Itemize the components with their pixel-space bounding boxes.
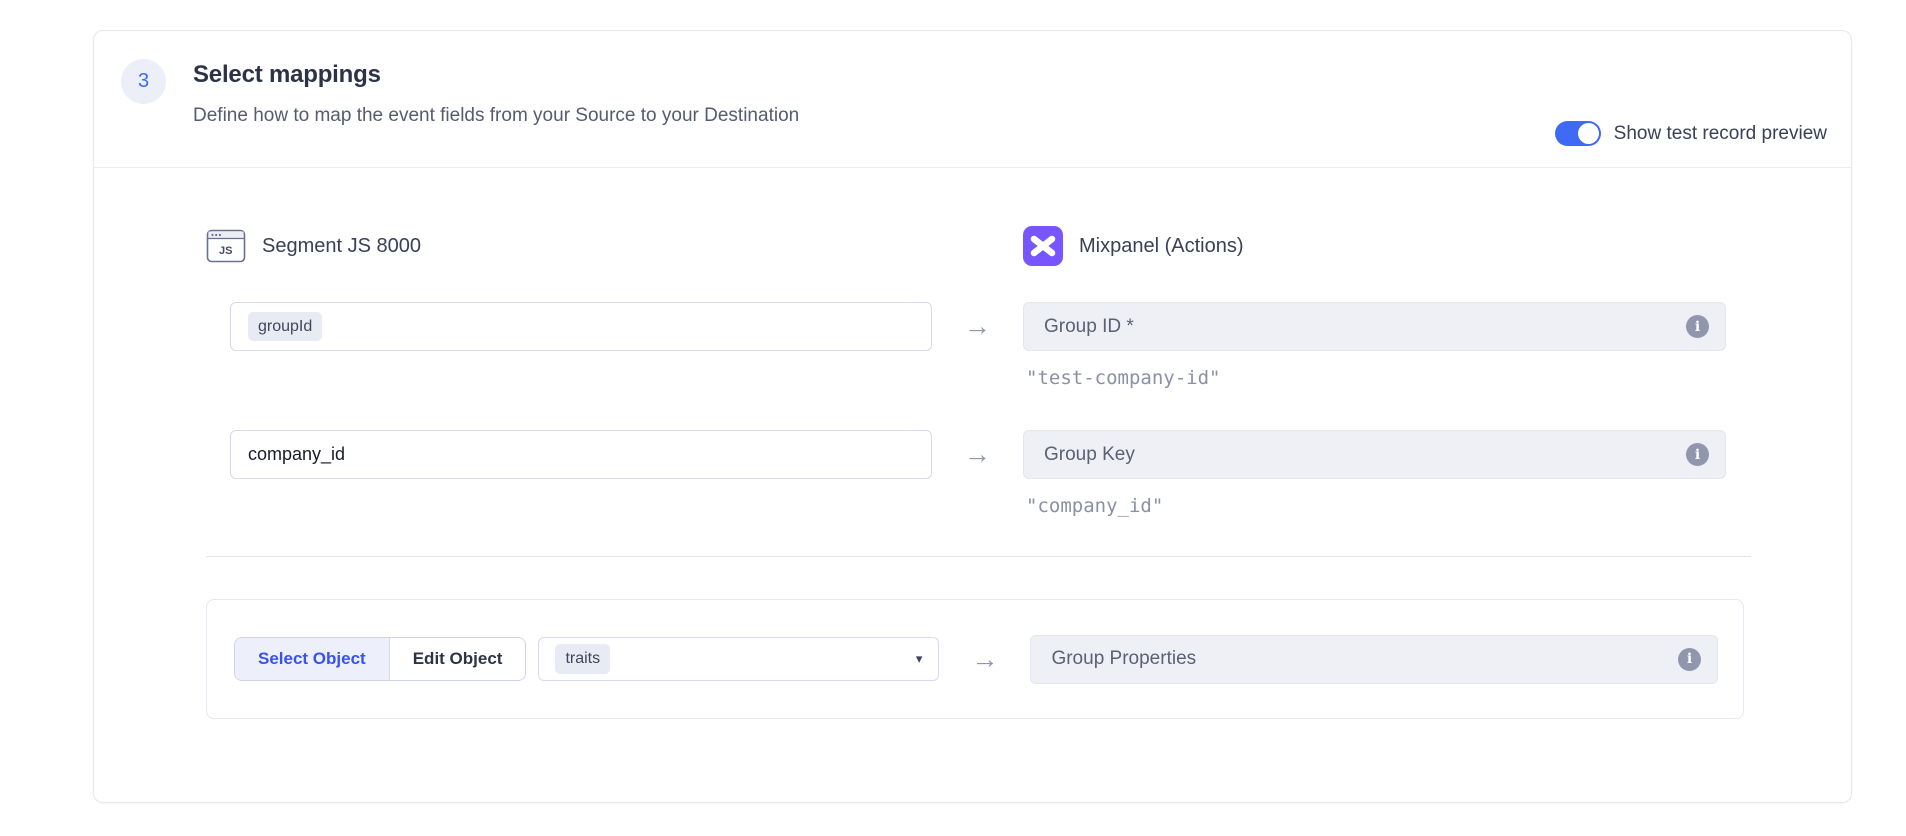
edit-object-button[interactable]: Edit Object xyxy=(390,638,526,680)
destination-field-group-properties[interactable]: Group Properties i xyxy=(1030,635,1718,684)
preview-row: "test-company-id" xyxy=(206,367,1749,393)
destination-endpoint: Mixpanel (Actions) xyxy=(1023,226,1726,266)
info-icon[interactable]: i xyxy=(1678,648,1701,671)
destination-field-group-id[interactable]: Group ID * i xyxy=(1023,302,1726,351)
object-mapping-panel: Select Object Edit Object traits ▾ → Gro… xyxy=(206,599,1744,719)
destination-name: Mixpanel (Actions) xyxy=(1079,235,1244,258)
toggle-label: Show test record preview xyxy=(1614,123,1827,145)
mapping-row-group-key: company_id → Group Key i xyxy=(206,430,1749,479)
card-header: 3 Select mappings Define how to map the … xyxy=(94,31,1851,168)
test-preview-value: "test-company-id" xyxy=(1023,367,1726,389)
arrow-right-icon: → xyxy=(971,644,998,674)
source-field-input-groupid[interactable]: groupId xyxy=(230,302,932,351)
arrow-right-icon: → xyxy=(964,439,991,469)
mapping-row-group-id: groupId → Group ID * i xyxy=(206,302,1749,351)
mixpanel-icon xyxy=(1023,226,1063,266)
destination-field-label: Group Properties xyxy=(1051,648,1678,670)
source-field-value: company_id xyxy=(248,444,345,465)
header-text: Select mappings Define how to map the ev… xyxy=(193,59,799,127)
info-icon[interactable]: i xyxy=(1686,443,1709,466)
field-chip-groupid[interactable]: groupId xyxy=(248,312,322,341)
object-mode-button-group: Select Object Edit Object xyxy=(234,637,526,681)
toggle-knob xyxy=(1578,123,1599,144)
destination-field-label: Group Key xyxy=(1044,444,1686,466)
object-source-dropdown[interactable]: traits ▾ xyxy=(538,637,939,681)
section-divider xyxy=(206,556,1751,557)
preview-toggle-area: Show test record preview xyxy=(1555,121,1827,146)
step-badge: 3 xyxy=(121,59,166,104)
info-icon[interactable]: i xyxy=(1686,315,1709,338)
destination-field-label: Group ID * xyxy=(1044,316,1686,338)
endpoints-row: JS Segment JS 8000 Mixpanel (Actions) xyxy=(206,226,1749,266)
card-body: JS Segment JS 8000 Mixpanel (Actions) gr… xyxy=(94,226,1851,719)
preview-row: "company_id" xyxy=(206,495,1749,521)
arrow-right-icon: → xyxy=(964,311,991,341)
select-object-button[interactable]: Select Object xyxy=(235,638,390,680)
show-preview-toggle[interactable] xyxy=(1555,121,1601,146)
page-subtitle: Define how to map the event fields from … xyxy=(193,105,799,127)
select-mappings-card: 3 Select mappings Define how to map the … xyxy=(93,30,1852,803)
page-title: Select mappings xyxy=(193,61,799,89)
source-endpoint: JS Segment JS 8000 xyxy=(206,226,932,266)
dropdown-chip-traits[interactable]: traits xyxy=(555,644,610,673)
source-field-input-company-id[interactable]: company_id xyxy=(230,430,932,479)
browser-js-icon: JS xyxy=(206,226,246,266)
svg-text:JS: JS xyxy=(219,245,232,257)
test-preview-value: "company_id" xyxy=(1023,495,1726,517)
source-name: Segment JS 8000 xyxy=(262,235,421,258)
destination-field-group-key[interactable]: Group Key i xyxy=(1023,430,1726,479)
chevron-down-icon: ▾ xyxy=(916,651,923,667)
